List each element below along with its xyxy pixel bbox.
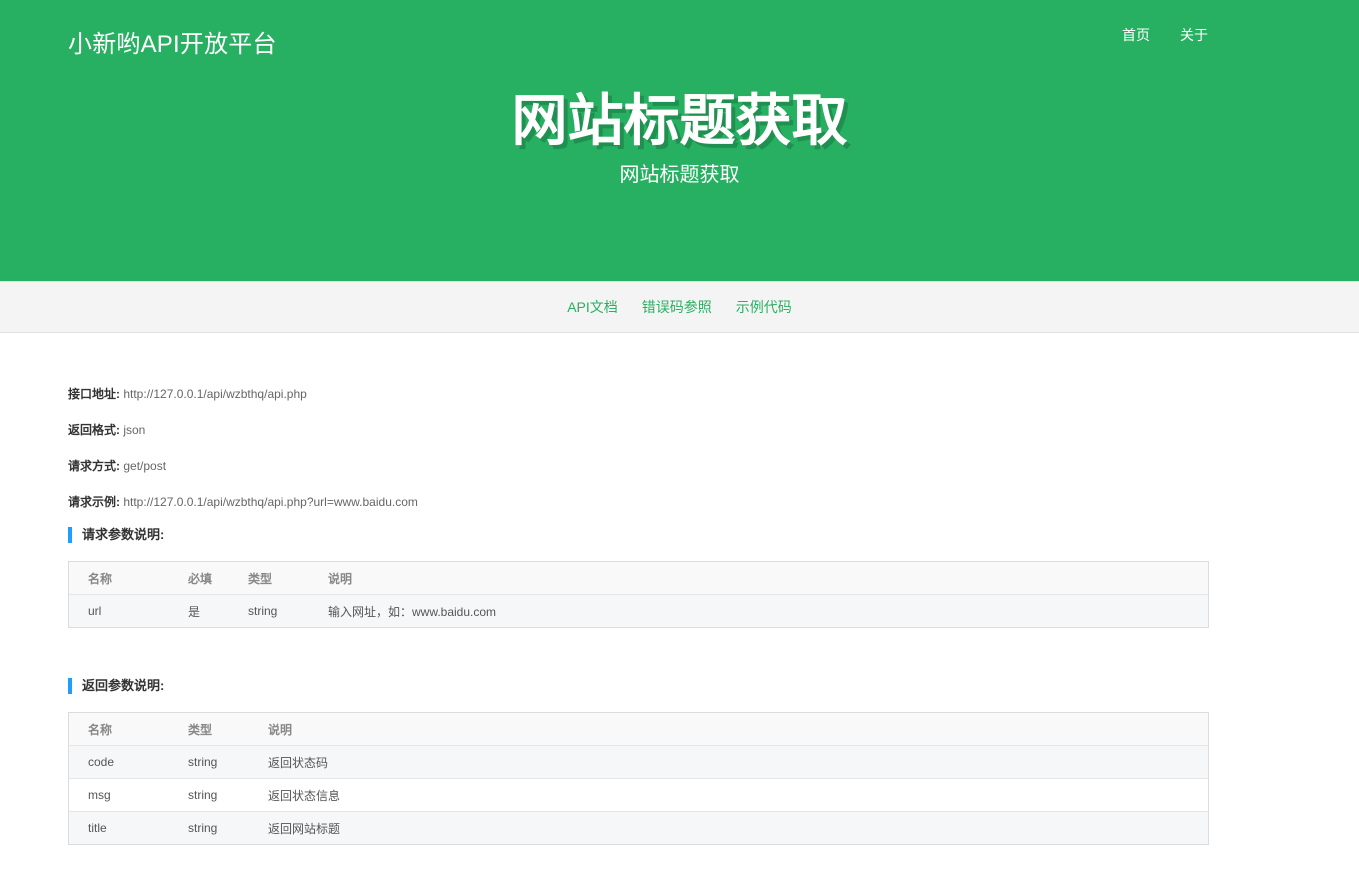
method-value: get/post xyxy=(123,459,167,473)
table-cell: string xyxy=(248,604,278,618)
table-cell: url xyxy=(88,604,102,618)
table-row: msg string 返回状态信息 xyxy=(69,778,1208,811)
tab-api-docs[interactable]: API文档 xyxy=(567,297,618,317)
response-params-table: 名称 类型 说明 code string 返回状态码 msg string 返回… xyxy=(68,712,1209,845)
method-row: 请求方式: get/post xyxy=(68,457,166,475)
column-header: 名称 xyxy=(88,571,113,586)
response-params-heading: 返回参数说明: xyxy=(68,677,164,695)
method-label: 请求方式: xyxy=(68,459,120,473)
column-header: 说明 xyxy=(268,722,293,737)
column-header: 类型 xyxy=(188,722,213,737)
nav-link-home[interactable]: 首页 xyxy=(1122,25,1150,45)
request-params-table: 名称 必填 类型 说明 url 是 string 输入网址，如：www.baid… xyxy=(68,561,1209,628)
table-cell: 返回状态码 xyxy=(268,755,329,770)
example-row: 请求示例: http://127.0.0.1/api/wzbthq/api.ph… xyxy=(68,493,418,511)
top-nav: 首页 关于 xyxy=(1122,25,1208,45)
format-row: 返回格式: json xyxy=(68,421,145,439)
table-cell: code xyxy=(88,755,115,769)
hero-header: 小新哟API开放平台 首页 关于 网站标题获取 网站标题获取 xyxy=(0,0,1359,281)
table-cell: string xyxy=(188,788,218,802)
request-params-heading: 请求参数说明: xyxy=(68,526,164,544)
column-header: 说明 xyxy=(328,571,353,586)
format-value: json xyxy=(123,423,146,437)
endpoint-label: 接口地址: xyxy=(68,387,120,401)
table-cell: title xyxy=(88,821,107,835)
table-cell: msg xyxy=(88,788,111,802)
page-title: 网站标题获取 xyxy=(511,89,848,152)
table-header-row: 名称 必填 类型 说明 xyxy=(69,562,1208,594)
example-value: http://127.0.0.1/api/wzbthq/api.php?url=… xyxy=(123,495,418,509)
doc-tabs-bar: API文档 错误码参照 示例代码 xyxy=(0,281,1359,333)
column-header: 类型 xyxy=(248,571,273,586)
table-cell: string xyxy=(188,755,218,769)
column-header: 必填 xyxy=(188,571,213,586)
table-cell: 返回网站标题 xyxy=(268,821,341,836)
column-header: 名称 xyxy=(88,722,113,737)
nav-link-about[interactable]: 关于 xyxy=(1180,25,1208,45)
endpoint-row: 接口地址: http://127.0.0.1/api/wzbthq/api.ph… xyxy=(68,385,307,403)
brand-logo-text[interactable]: 小新哟API开放平台 xyxy=(68,30,277,60)
format-label: 返回格式: xyxy=(68,423,120,437)
table-row: url 是 string 输入网址，如：www.baidu.com xyxy=(69,594,1208,627)
table-row: code string 返回状态码 xyxy=(69,745,1208,778)
tab-error-codes[interactable]: 错误码参照 xyxy=(642,297,712,317)
table-cell: string xyxy=(188,821,218,835)
table-cell: 输入网址，如：www.baidu.com xyxy=(328,604,497,619)
tab-sample-code[interactable]: 示例代码 xyxy=(736,297,792,317)
table-header-row: 名称 类型 说明 xyxy=(69,713,1208,745)
table-cell: 是 xyxy=(188,604,201,619)
endpoint-value: http://127.0.0.1/api/wzbthq/api.php xyxy=(123,387,307,401)
example-label: 请求示例: xyxy=(68,495,120,509)
table-cell: 返回状态信息 xyxy=(268,788,341,803)
table-row: title string 返回网站标题 xyxy=(69,811,1208,844)
page-subtitle: 网站标题获取 xyxy=(619,164,740,186)
